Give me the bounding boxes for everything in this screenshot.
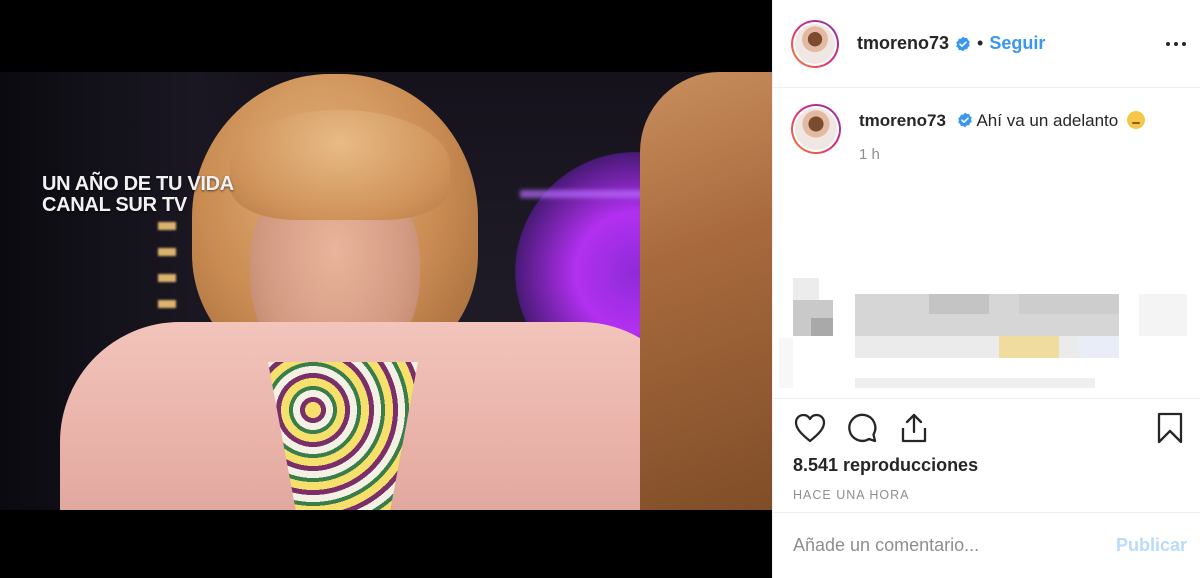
profile-photo xyxy=(795,23,835,64)
add-comment-bar: Publicar xyxy=(773,512,1200,578)
comments-section: tmoreno73 Ahí va un adelanto 1 h xyxy=(773,88,1200,388)
comment-bubble-icon[interactable] xyxy=(845,411,879,445)
blurred-comment xyxy=(779,278,1197,388)
verified-badge-icon xyxy=(957,112,972,128)
video-frame[interactable]: UN AÑO DE TU VIDA CANAL SUR TV 1 xyxy=(0,72,772,510)
comment-input[interactable] xyxy=(793,535,1116,556)
caption-username[interactable]: tmoreno73 xyxy=(859,111,946,130)
post-details-panel: tmoreno73 • Seguir tmoreno73 Ahí va un a… xyxy=(772,0,1200,578)
view-count[interactable]: 8.541 reproducciones xyxy=(793,455,1185,476)
post-media[interactable]: UN AÑO DE TU VIDA CANAL SUR TV 1 xyxy=(0,0,772,578)
post-caption: tmoreno73 Ahí va un adelanto xyxy=(859,110,1145,132)
avatar[interactable] xyxy=(791,19,839,68)
channel-logo-icon: 1 xyxy=(664,504,724,510)
separator-dot: • xyxy=(977,33,984,53)
verified-badge-icon xyxy=(956,36,970,51)
like-heart-icon[interactable] xyxy=(793,411,827,445)
profile-photo xyxy=(795,108,837,150)
action-icons xyxy=(793,405,1185,451)
tv-caption-line1: UN AÑO DE TU VIDA xyxy=(42,173,234,195)
follow-button[interactable]: Seguir xyxy=(989,33,1045,54)
neon-bar xyxy=(520,190,660,198)
bookmark-icon[interactable] xyxy=(1153,411,1187,445)
username-link[interactable]: tmoreno73 xyxy=(857,33,949,54)
tv-show-caption: UN AÑO DE TU VIDA CANAL SUR TV xyxy=(42,174,234,216)
publish-button[interactable]: Publicar xyxy=(1116,535,1187,556)
post-timestamp: HACE UNA HORA xyxy=(793,488,910,502)
studio-lights xyxy=(158,222,176,332)
share-icon[interactable] xyxy=(897,411,931,445)
zipper-mouth-emoji-icon xyxy=(1126,111,1145,129)
tv-caption-line2: CANAL SUR TV xyxy=(42,194,187,216)
caption-row: tmoreno73 Ahí va un adelanto 1 h xyxy=(791,102,1184,163)
post-header: tmoreno73 • Seguir xyxy=(773,0,1200,88)
caption-text: Ahí va un adelanto xyxy=(976,111,1119,130)
woman-fringe xyxy=(230,110,450,220)
post-actions: 8.541 reproducciones HACE UNA HORA xyxy=(773,398,1200,516)
more-options-icon[interactable] xyxy=(1166,34,1186,54)
interviewer-hair xyxy=(640,72,772,510)
caption-avatar[interactable] xyxy=(791,104,841,154)
caption-time: 1 h xyxy=(859,146,880,163)
